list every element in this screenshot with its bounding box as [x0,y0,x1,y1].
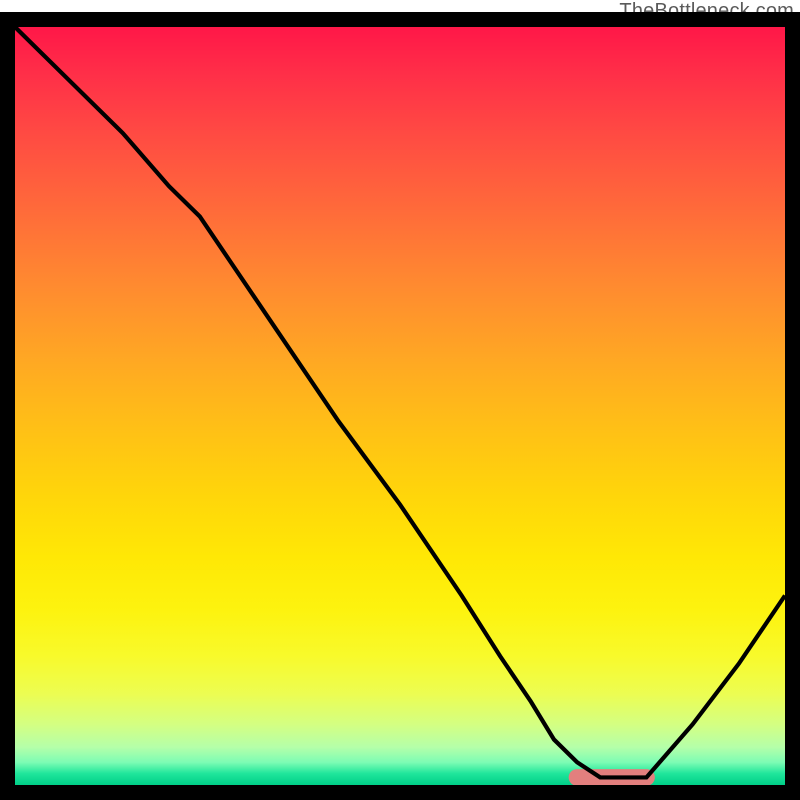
axes-frame [0,12,800,800]
chart-container: TheBottleneck.com [0,0,800,800]
